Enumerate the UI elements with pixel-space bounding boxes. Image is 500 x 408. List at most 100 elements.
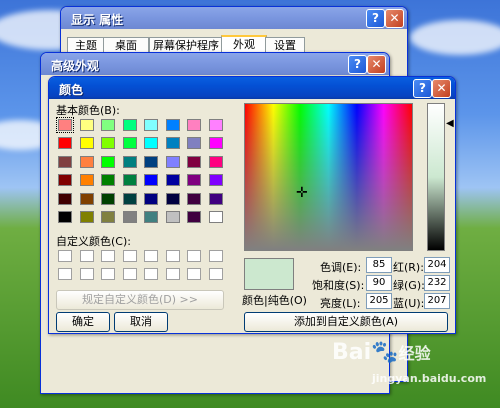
basic-color-swatch[interactable] — [208, 211, 223, 223]
crosshair-icon: ✛ — [296, 185, 308, 201]
custom-color-slot[interactable] — [208, 250, 223, 262]
dialog-title: 颜色 — [59, 83, 84, 97]
basic-color-swatch[interactable] — [79, 174, 94, 187]
custom-color-slot[interactable] — [101, 250, 115, 262]
basic-color-swatch[interactable] — [208, 119, 223, 131]
custom-color-slot[interactable] — [79, 250, 94, 262]
custom-color-slot[interactable] — [208, 268, 223, 280]
close-button[interactable]: ✕ — [385, 9, 404, 28]
basic-color-swatch[interactable] — [187, 119, 201, 131]
basic-color-swatch[interactable] — [208, 192, 223, 205]
cloud — [410, 20, 500, 55]
basic-color-swatch[interactable] — [58, 192, 72, 205]
custom-color-slot[interactable] — [187, 268, 201, 280]
custom-colors-label: 自定义颜色(C): — [56, 235, 131, 248]
basic-color-swatch[interactable] — [101, 137, 115, 150]
color-preview — [244, 258, 294, 290]
custom-color-slot[interactable] — [122, 250, 137, 262]
hue-field[interactable]: 85 — [366, 257, 392, 273]
basic-color-swatch[interactable] — [79, 211, 94, 223]
basic-color-swatch[interactable] — [58, 137, 72, 150]
basic-color-swatch[interactable] — [101, 119, 115, 131]
close-button[interactable]: ✕ — [367, 55, 386, 74]
basic-color-swatch[interactable] — [187, 137, 201, 150]
custom-color-slot[interactable] — [187, 250, 201, 262]
custom-color-slot[interactable] — [165, 268, 180, 280]
basic-color-swatch[interactable] — [58, 211, 72, 223]
basic-color-swatch[interactable] — [122, 137, 137, 150]
basic-color-swatch[interactable] — [79, 192, 94, 205]
display-properties-titlebar[interactable]: 显示 属性 ? ✕ — [61, 7, 407, 29]
custom-color-slot[interactable] — [101, 268, 115, 280]
basic-color-swatch[interactable] — [101, 192, 115, 205]
ok-button[interactable]: 确定 — [56, 312, 110, 332]
luminosity-field[interactable]: 205 — [366, 293, 392, 309]
hue-label: 色调(E): — [320, 261, 362, 274]
custom-color-slot[interactable] — [58, 268, 72, 280]
advanced-appearance-titlebar[interactable]: 高级外观 ? ✕ — [41, 53, 389, 75]
green-field[interactable]: 232 — [424, 275, 450, 291]
basic-color-swatch[interactable] — [101, 211, 115, 223]
basic-color-swatch[interactable] — [56, 117, 74, 133]
custom-color-slot[interactable] — [79, 268, 94, 280]
basic-color-swatch[interactable] — [101, 155, 115, 168]
basic-color-swatch[interactable] — [79, 119, 94, 131]
basic-color-swatch[interactable] — [187, 174, 201, 187]
red-field[interactable]: 204 — [424, 257, 450, 273]
custom-color-slot[interactable] — [165, 250, 180, 262]
help-button[interactable]: ? — [348, 55, 367, 74]
basic-color-swatch[interactable] — [165, 137, 180, 150]
basic-color-swatch[interactable] — [101, 174, 115, 187]
luminosity-slider[interactable] — [427, 103, 445, 251]
basic-color-swatch[interactable] — [187, 192, 201, 205]
basic-color-swatch[interactable] — [144, 192, 158, 205]
saturation-field[interactable]: 90 — [366, 275, 392, 291]
color-spectrum[interactable] — [244, 103, 413, 251]
close-button[interactable]: ✕ — [432, 79, 451, 98]
basic-color-swatch[interactable] — [144, 174, 158, 187]
basic-color-swatch[interactable] — [165, 119, 180, 131]
add-to-custom-colors-button[interactable]: 添加到自定义颜色(A) — [244, 312, 448, 332]
help-button[interactable]: ? — [413, 79, 432, 98]
basic-color-swatch[interactable] — [208, 137, 223, 150]
basic-colors-label: 基本颜色(B): — [56, 104, 120, 117]
color-solid-label[interactable]: 颜色|纯色(O) — [242, 292, 307, 308]
basic-color-swatch[interactable] — [165, 174, 180, 187]
custom-color-slot[interactable] — [122, 268, 137, 280]
green-label: 绿(G): — [393, 279, 425, 292]
basic-color-swatch[interactable] — [122, 155, 137, 168]
basic-color-swatch[interactable] — [187, 211, 201, 223]
basic-color-swatch[interactable] — [165, 192, 180, 205]
custom-color-slot[interactable] — [58, 250, 72, 262]
basic-color-swatch[interactable] — [165, 155, 180, 168]
basic-color-swatch[interactable] — [144, 211, 158, 223]
basic-color-swatch[interactable] — [79, 137, 94, 150]
basic-color-swatch[interactable] — [187, 155, 201, 168]
basic-color-swatch[interactable] — [122, 211, 137, 223]
help-button[interactable]: ? — [366, 9, 385, 28]
basic-color-swatch[interactable] — [208, 155, 223, 168]
baidu-logo: Bai🐾经验 — [332, 340, 431, 365]
basic-color-swatch[interactable] — [79, 155, 94, 168]
paw-icon: 🐾 — [371, 340, 399, 365]
blue-field[interactable]: 207 — [424, 293, 450, 309]
define-custom-colors-button[interactable]: 规定自定义颜色(D) >> — [56, 290, 224, 310]
custom-color-slot[interactable] — [144, 250, 158, 262]
basic-color-swatch[interactable] — [58, 155, 72, 168]
basic-color-swatch[interactable] — [144, 137, 158, 150]
basic-color-swatch[interactable] — [208, 174, 223, 187]
basic-color-swatch[interactable] — [122, 174, 137, 187]
red-label: 红(R): — [393, 261, 424, 274]
basic-color-swatch[interactable] — [122, 192, 137, 205]
basic-color-swatch[interactable] — [144, 119, 158, 131]
cancel-button[interactable]: 取消 — [114, 312, 168, 332]
slider-arrow-icon[interactable]: ◀ — [446, 118, 454, 129]
brand-sub-text: 经验 — [398, 344, 431, 363]
basic-color-swatch[interactable] — [165, 211, 180, 223]
luminosity-label: 亮度(L): — [320, 297, 361, 310]
color-dialog-titlebar[interactable]: 颜色 ? ✕ — [49, 77, 455, 99]
custom-color-slot[interactable] — [144, 268, 158, 280]
basic-color-swatch[interactable] — [58, 174, 72, 187]
basic-color-swatch[interactable] — [144, 155, 158, 168]
basic-color-swatch[interactable] — [122, 119, 137, 131]
